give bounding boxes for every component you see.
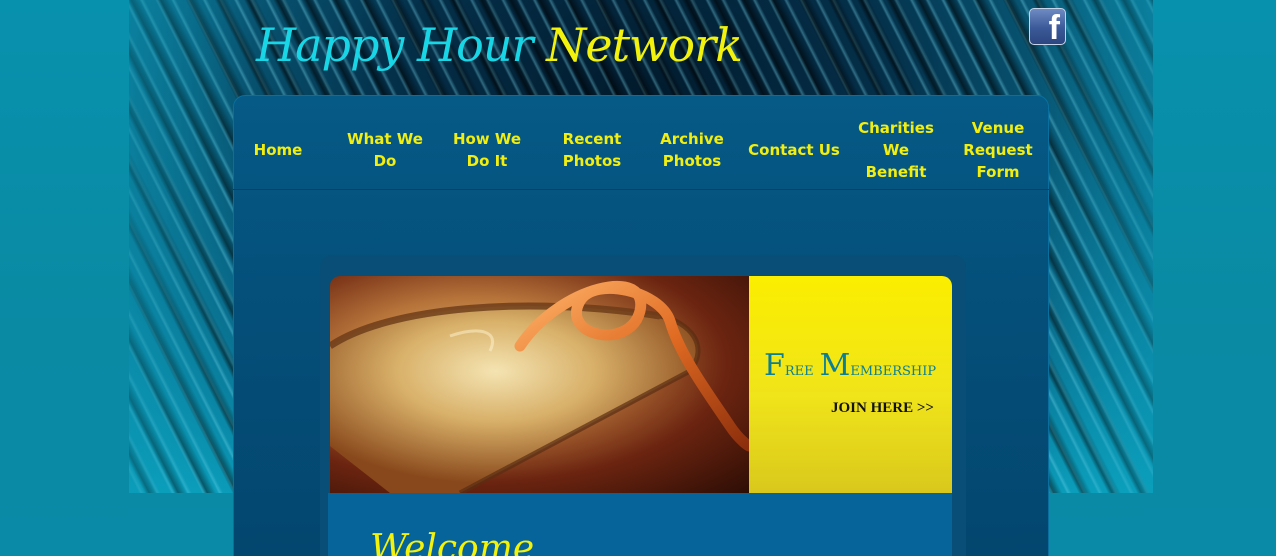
logo-text-network: Network: [546, 18, 743, 72]
site-logo[interactable]: Happy Hour Network: [256, 10, 743, 80]
nav-item-contact-us[interactable]: Contact Us: [746, 110, 842, 190]
nav-item-what-we-do[interactable]: What We Do: [340, 110, 430, 190]
nav-item-recent-photos[interactable]: Recent Photos: [546, 110, 638, 190]
membership-promo[interactable]: Free Membership JOIN HERE >>: [749, 276, 952, 493]
facebook-icon[interactable]: f: [1029, 8, 1066, 45]
nav-item-venue-request-form[interactable]: Venue Request Form: [958, 110, 1038, 190]
nav-item-how-we-do-it[interactable]: How We Do It: [439, 110, 535, 190]
martini-cocktail-photo: [330, 276, 749, 493]
membership-banner[interactable]: Free Membership JOIN HERE >>: [330, 276, 952, 493]
logo-text-happy-hour: Happy Hour: [256, 18, 533, 72]
nav-item-archive-photos[interactable]: Archive Photos: [648, 110, 736, 190]
main-navigation: Home What We Do How We Do It Recent Phot…: [233, 110, 1049, 190]
free-membership-title: Free Membership: [764, 348, 937, 383]
join-here-link[interactable]: JOIN HERE >>: [831, 400, 934, 417]
nav-item-charities-we-benefit[interactable]: Charities We Benefit: [851, 110, 941, 190]
nav-item-home[interactable]: Home: [238, 110, 318, 190]
welcome-heading: Welcome: [370, 528, 535, 556]
